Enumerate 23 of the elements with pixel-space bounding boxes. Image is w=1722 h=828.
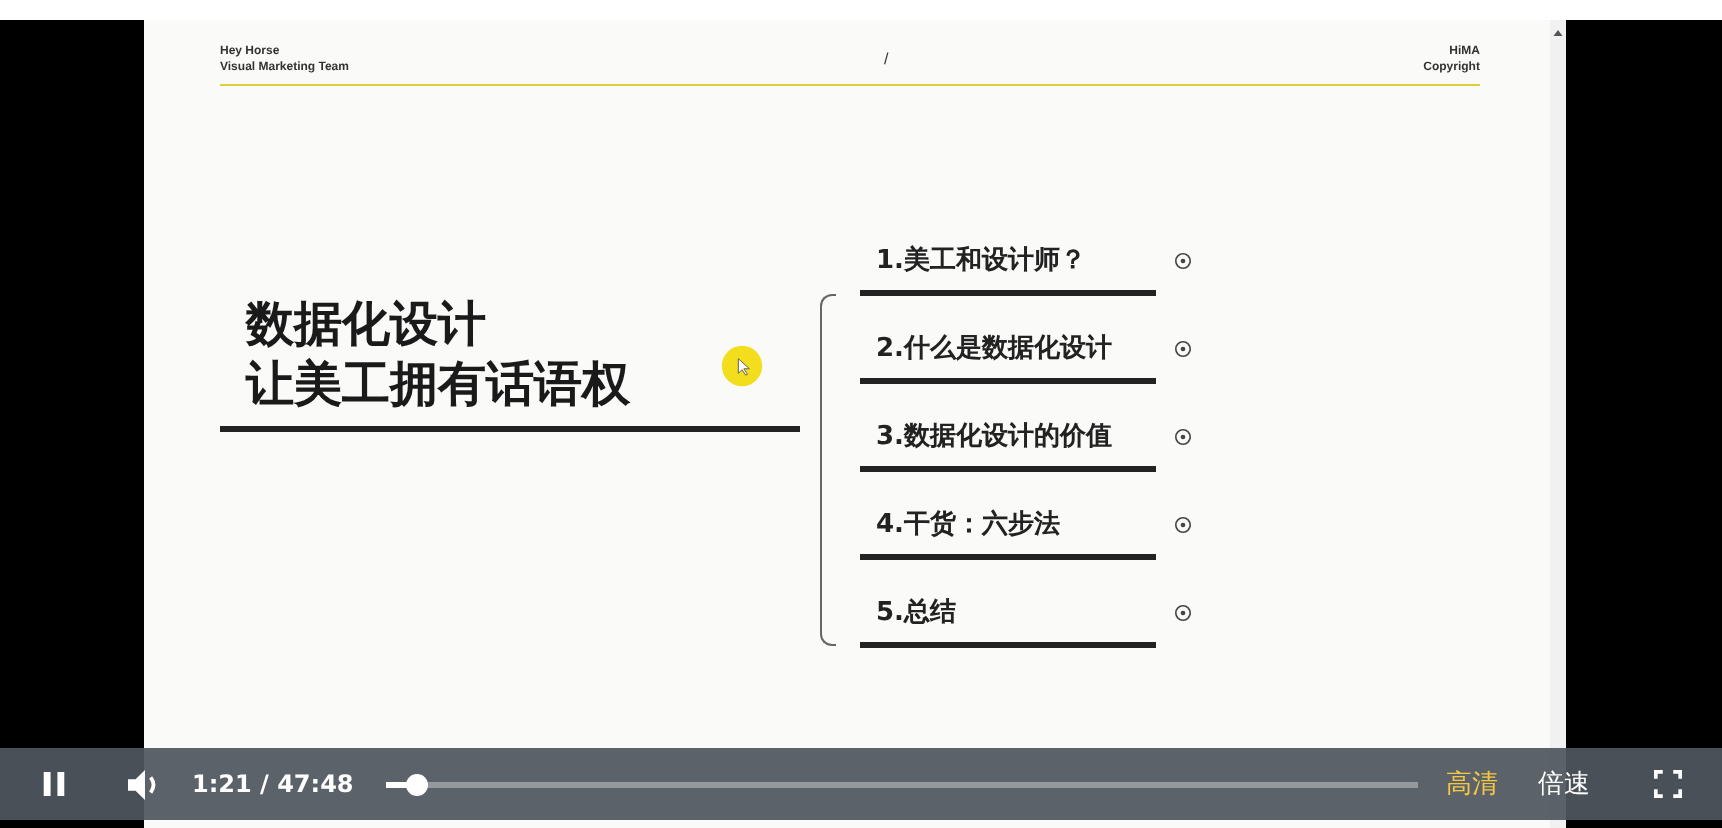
fullscreen-icon [1653, 770, 1682, 798]
slide-title: 数据化设计 [246, 293, 486, 353]
scroll-up-icon[interactable] [1552, 28, 1564, 38]
outline-item: 2.什么是数据化设计 [874, 332, 1112, 368]
circle-dot-icon [1174, 516, 1192, 534]
outline-item: 3.数据化设计的价值 [874, 420, 1112, 456]
fullscreen-button[interactable] [1653, 770, 1682, 798]
circle-dot-icon [1174, 252, 1192, 270]
outline-item: 4.干货：六步法 [874, 507, 1060, 544]
circle-dot-icon [1174, 428, 1192, 446]
quality-button[interactable]: 高清 [1445, 766, 1498, 802]
pause-icon [42, 770, 66, 798]
header-text: / [883, 52, 889, 68]
pause-button[interactable] [42, 770, 66, 798]
circle-dot-icon [1174, 340, 1192, 358]
outline-item: 5.总结 [874, 596, 956, 632]
circle-dot-icon [1174, 604, 1192, 622]
speed-button[interactable]: 倍速 [1537, 766, 1590, 802]
outline-item: 1.美工和设计师？ [874, 243, 1086, 280]
time-display: 1:21 / 47:48 [192, 770, 354, 798]
slide-title: 让美工拥有话语权 [246, 353, 630, 413]
progress-thumb[interactable] [406, 773, 429, 795]
cursor-highlight-icon [720, 344, 764, 388]
